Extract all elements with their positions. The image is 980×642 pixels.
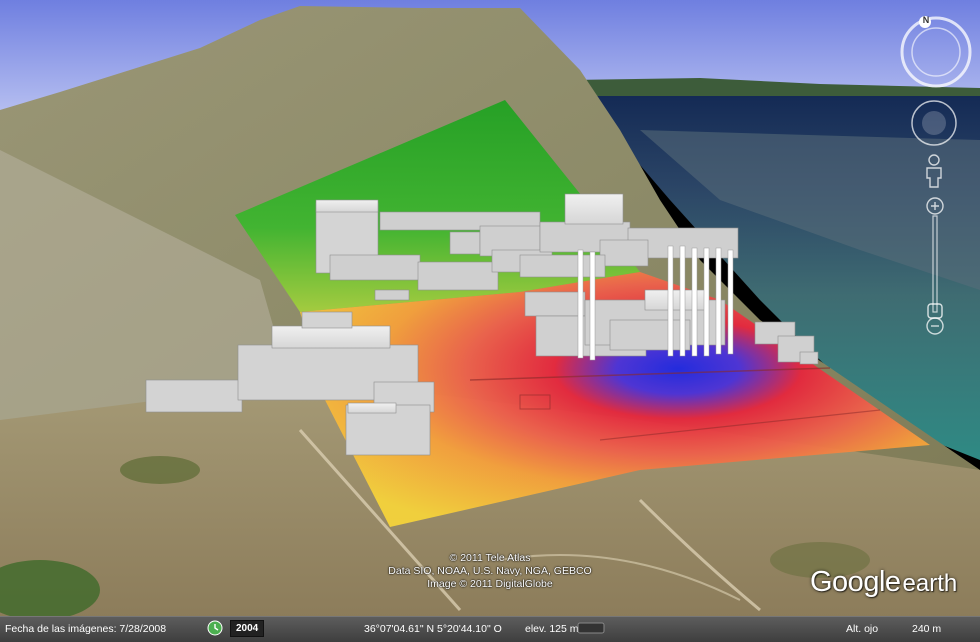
compass-ring-icon[interactable] [898,14,974,90]
historical-imagery-year-button[interactable]: 2004 [230,620,265,637]
street-view-pegman-icon[interactable] [922,154,946,188]
zoom-slider[interactable] [922,196,948,336]
earth-3d-viewport[interactable]: N © 2011 Tele Atlas Data SIO, NOAA, U.S.… [0,0,980,641]
copyright-line: Data SIO, NOAA, U.S. Navy, NGA, GEBCO [388,565,592,577]
elevation-readout: elev. 125 m [525,623,579,635]
terrain-scene [0,0,980,641]
zoom-in-icon [926,197,944,215]
logo-google-text: Google [810,566,901,598]
eye-altitude-label: Alt. ojo [846,623,879,635]
cursor-coordinates: 36°07'04.61" N 5°20'44.10" O [364,623,502,635]
status-bar: Fecha de las imágenes: 7/28/2008 2004 36… [0,616,980,642]
logo-earth-text: earth [902,570,958,597]
imagery-date: Fecha de las imágenes: 7/28/2008 [5,623,167,635]
copyright-line: © 2011 Tele Atlas [449,552,531,564]
historical-imagery-clock-icon[interactable] [207,620,223,636]
zoom-out-icon [926,317,944,335]
google-earth-logo: Googleearth [810,566,957,599]
look-joystick-icon[interactable] [909,98,959,148]
streaming-progress-icon [577,622,605,634]
zoom-slider-thumb [927,303,943,319]
compass-north-label: N [922,15,930,25]
copyright-attribution: © 2011 Tele Atlas Data SIO, NOAA, U.S. N… [330,552,650,591]
eye-altitude-value: 240 m [912,623,942,635]
copyright-line: Image © 2011 DigitalGlobe [427,578,553,590]
